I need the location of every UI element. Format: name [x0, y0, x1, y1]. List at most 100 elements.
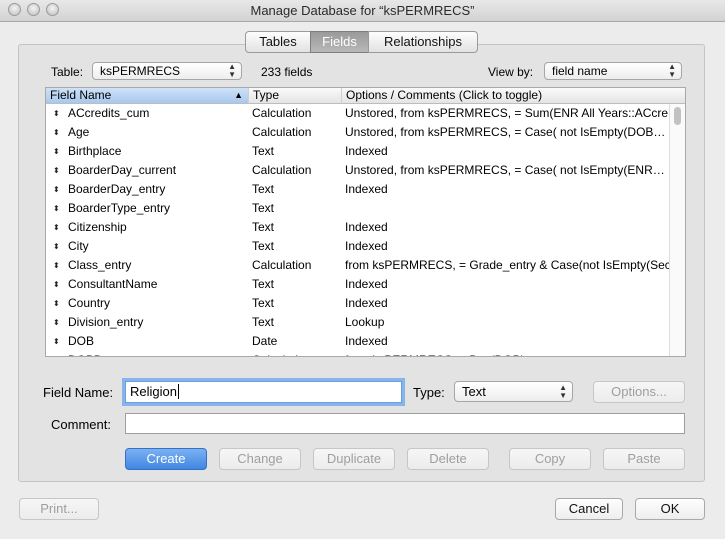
table-row[interactable]: ⬍ Birthplace Text Indexed — [46, 142, 670, 161]
updown-arrows-icon: ▲ ▼ — [668, 62, 676, 79]
table-row[interactable]: ⬍ Division_entry Text Lookup — [46, 313, 670, 332]
scroll-thumb[interactable] — [674, 107, 681, 125]
type-cell: Text — [252, 220, 275, 234]
options-cell: Unstored, from ksPERMRECS, = Sum(ENR All… — [345, 106, 670, 120]
drag-handle-icon[interactable]: ⬍ — [53, 332, 60, 351]
drag-handle-icon[interactable]: ⬍ — [53, 256, 60, 275]
options-cell: Indexed — [345, 220, 388, 234]
drag-handle-icon[interactable]: ⬍ — [53, 104, 60, 123]
field-name-cell: ACcredits_cum — [68, 106, 150, 120]
window-title: Manage Database for “ksPERMRECS” — [250, 3, 475, 18]
cancel-button[interactable]: Cancel — [555, 498, 623, 520]
table-row[interactable]: ⬍ Age Calculation Unstored, from ksPERMRECS… — [46, 123, 670, 142]
drag-handle-icon[interactable]: ⬍ — [53, 351, 60, 356]
drag-handle-icon[interactable]: ⬍ — [53, 123, 60, 142]
field-name-cell: ConsultantName — [68, 277, 158, 291]
type-popup-value: Text — [462, 384, 486, 399]
options-cell — [345, 199, 670, 218]
type-cell: Text — [252, 239, 275, 253]
field-name-cell: Country — [68, 296, 111, 310]
options-cell: Indexed — [345, 334, 388, 348]
table-row[interactable]: ⬍ Class_entry Calculation from ksPERMRECS, … — [46, 256, 670, 275]
field-name-cell: BoarderDay_current — [68, 163, 177, 177]
drag-handle-icon[interactable]: ⬍ — [53, 275, 60, 294]
options-cell: Unstored, from ksPERMRECS, = Case( not I… — [345, 125, 666, 139]
tab-tables[interactable]: Tables — [245, 31, 311, 53]
options-cell: Indexed — [345, 182, 388, 196]
print-button[interactable]: Print... — [19, 498, 99, 520]
view-by-popup[interactable]: field name ▲ ▼ — [544, 62, 682, 80]
field-count: 233 fields — [261, 65, 313, 79]
drag-handle-icon[interactable]: ⬍ — [53, 218, 60, 237]
table-row[interactable]: ⬍ Citizenship Text Indexed — [46, 218, 670, 237]
table-label: Table: — [51, 65, 84, 79]
type-cell: Text — [252, 296, 275, 310]
options-cell: Lookup — [345, 315, 385, 329]
view-by-label: View by: — [488, 65, 534, 79]
fields-table[interactable]: Field Name ▲ Type Options / Comments (Cl… — [45, 87, 686, 357]
table-row[interactable]: ⬍ DOB Date Indexed — [46, 332, 670, 351]
paste-button[interactable]: Paste — [603, 448, 685, 470]
table-popup-value: ksPERMRECS — [100, 64, 181, 78]
type-cell: Date — [252, 334, 278, 348]
copy-button[interactable]: Copy — [509, 448, 591, 470]
field-name-cell: City — [68, 239, 89, 253]
type-cell: Text — [252, 277, 275, 291]
drag-handle-icon[interactable]: ⬍ — [53, 161, 60, 180]
options-cell: from ksPERMRECS, = Grade_entry & Case(no… — [345, 258, 670, 272]
column-header-field-name[interactable]: Field Name ▲ — [46, 88, 249, 104]
type-cell: Calculation — [252, 163, 312, 177]
table-row[interactable]: ⬍ BoarderType_entry Text — [46, 199, 670, 218]
table-row[interactable]: ⬍ DOBD Calculationfrom ksPERMRECS, = Day(D… — [46, 351, 670, 356]
type-popup[interactable]: Text ▲ ▼ — [454, 381, 573, 402]
column-header-options[interactable]: Options / Comments (Click to toggle) — [342, 88, 685, 104]
comment-label: Comment: — [51, 417, 111, 432]
type-cell: Text — [252, 182, 275, 196]
table-row[interactable]: ⬍ Country Text Indexed — [46, 294, 670, 313]
text-cursor — [177, 384, 179, 399]
field-name-label: Field Name: — [43, 385, 114, 400]
table-row[interactable]: ⬍ City Text Indexed — [46, 237, 670, 256]
options-cell: Unstored, from ksPERMRECS, = Case( not I… — [345, 163, 665, 177]
table-popup[interactable]: ksPERMRECS ▲ ▼ — [92, 62, 242, 80]
type-cell: Text — [252, 201, 275, 215]
type-label: Type: — [413, 385, 445, 400]
options-cell: Indexed — [345, 239, 388, 253]
field-name-cell: Citizenship — [68, 220, 127, 234]
ok-button[interactable]: OK — [635, 498, 705, 520]
options-cell: Indexed — [345, 296, 388, 310]
field-name-cell: Division_entry — [68, 315, 144, 329]
vertical-scrollbar[interactable] — [669, 104, 685, 356]
options-cell: Indexed — [345, 277, 388, 291]
table-row[interactable]: ⬍ ACcredits_cum Calculation Unstored, from … — [46, 104, 670, 123]
type-cell: Text — [252, 144, 275, 158]
options-cell: from ksPERMRECS, = Day(DOB) — [345, 351, 670, 356]
tab-fields[interactable]: Fields — [310, 31, 369, 53]
table-row[interactable]: ⬍ BoarderDay_current Calculation Unstored, … — [46, 161, 670, 180]
type-cell: Calculation — [252, 258, 312, 272]
type-cell: Text — [252, 315, 275, 329]
table-row[interactable]: ⬍ ConsultantName Text Indexed — [46, 275, 670, 294]
comment-input[interactable] — [125, 413, 685, 434]
drag-handle-icon[interactable]: ⬍ — [53, 294, 60, 313]
drag-handle-icon[interactable]: ⬍ — [53, 180, 60, 199]
view-by-value: field name — [552, 64, 608, 78]
drag-handle-icon[interactable]: ⬍ — [53, 313, 60, 332]
type-cell: Calculation — [252, 125, 312, 139]
options-button[interactable]: Options... — [593, 381, 685, 403]
updown-arrows-icon: ▲ ▼ — [228, 62, 236, 79]
field-name-cell: BoarderType_entry — [68, 201, 171, 215]
create-button[interactable]: Create — [125, 448, 207, 470]
tab-relationships[interactable]: Relationships — [368, 31, 478, 53]
drag-handle-icon[interactable]: ⬍ — [53, 237, 60, 256]
drag-handle-icon[interactable]: ⬍ — [53, 142, 60, 161]
drag-handle-icon[interactable]: ⬍ — [53, 199, 60, 218]
change-button[interactable]: Change — [219, 448, 301, 470]
table-row[interactable]: ⬍ BoarderDay_entry Text Indexed — [46, 180, 670, 199]
column-header-type[interactable]: Type — [249, 88, 342, 104]
delete-button[interactable]: Delete — [407, 448, 489, 470]
options-cell: Indexed — [345, 144, 388, 158]
duplicate-button[interactable]: Duplicate — [313, 448, 395, 470]
field-name-input[interactable]: Religion — [125, 381, 402, 403]
field-name-cell: Birthplace — [68, 144, 122, 158]
